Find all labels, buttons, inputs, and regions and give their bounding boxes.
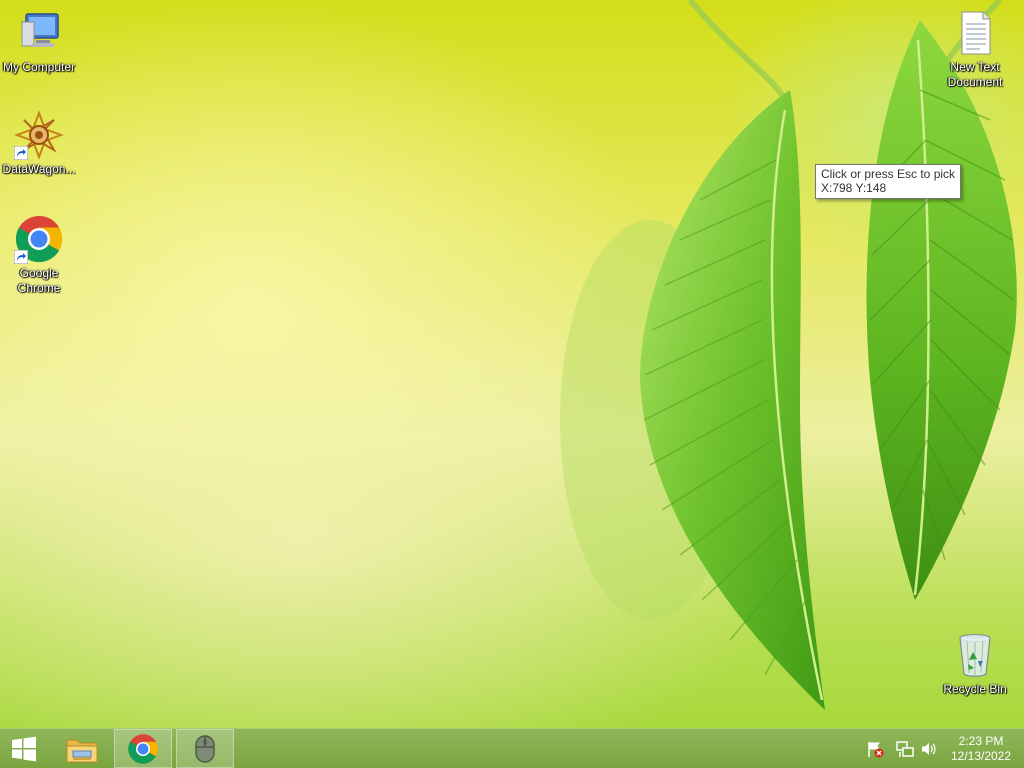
- shortcut-arrow-icon: [14, 146, 28, 160]
- computer-icon: [14, 8, 64, 58]
- start-button[interactable]: [0, 729, 48, 768]
- tooltip-coordinates: X:798 Y:148: [821, 181, 887, 195]
- wallpaper: [560, 0, 1024, 710]
- color-picker-tooltip: Click or press Esc to pick X:798 Y:148: [815, 164, 962, 199]
- desktop-icon-label: Recycle Bin: [943, 682, 1007, 696]
- chrome-icon: [128, 733, 158, 764]
- desktop-icon-label: DataWagon...: [2, 162, 76, 176]
- taskbar-clock[interactable]: 2:23 PM 12/13/2022: [946, 734, 1016, 764]
- taskbar-chrome-button[interactable]: [114, 729, 172, 768]
- volume-icon[interactable]: [920, 740, 938, 758]
- network-icon[interactable]: [896, 740, 914, 758]
- action-center-flag-icon[interactable]: [866, 740, 884, 758]
- taskbar-mouse-tool-button[interactable]: [176, 729, 234, 768]
- shortcut-arrow-icon: [14, 250, 28, 264]
- windows-logo-icon: [12, 736, 36, 761]
- desktop-icon-new-text-document[interactable]: New Text Document: [936, 8, 1014, 90]
- desktop-icon-my-computer[interactable]: My Computer: [0, 8, 78, 75]
- chrome-icon: [14, 214, 64, 264]
- datawagon-icon: [14, 110, 64, 160]
- desktop-icon-label: Google Chrome: [17, 266, 61, 295]
- recycle-bin-icon: [950, 630, 1000, 680]
- desktop-icon-recycle-bin[interactable]: Recycle Bin: [936, 630, 1014, 697]
- tooltip-instruction: Click or press Esc to pick: [821, 167, 956, 181]
- taskbar: 2:23 PM 12/13/2022: [0, 728, 1024, 768]
- desktop-icon-label: My Computer: [2, 60, 76, 74]
- desktop-icon-label: New Text Document: [947, 60, 1003, 89]
- desktop-icon-google-chrome[interactable]: Google Chrome: [0, 214, 78, 296]
- mouse-icon: [195, 734, 215, 763]
- taskbar-file-explorer-button[interactable]: [54, 729, 110, 768]
- text-document-icon: [950, 8, 1000, 58]
- desktop-icon-datawagon[interactable]: DataWagon...: [0, 110, 78, 177]
- clock-time: 2:23 PM: [958, 734, 1004, 748]
- clock-date: 12/13/2022: [950, 749, 1012, 763]
- folder-icon: [66, 739, 98, 762]
- desktop[interactable]: My Computer DataWagon... Google Chrome N…: [0, 0, 1024, 728]
